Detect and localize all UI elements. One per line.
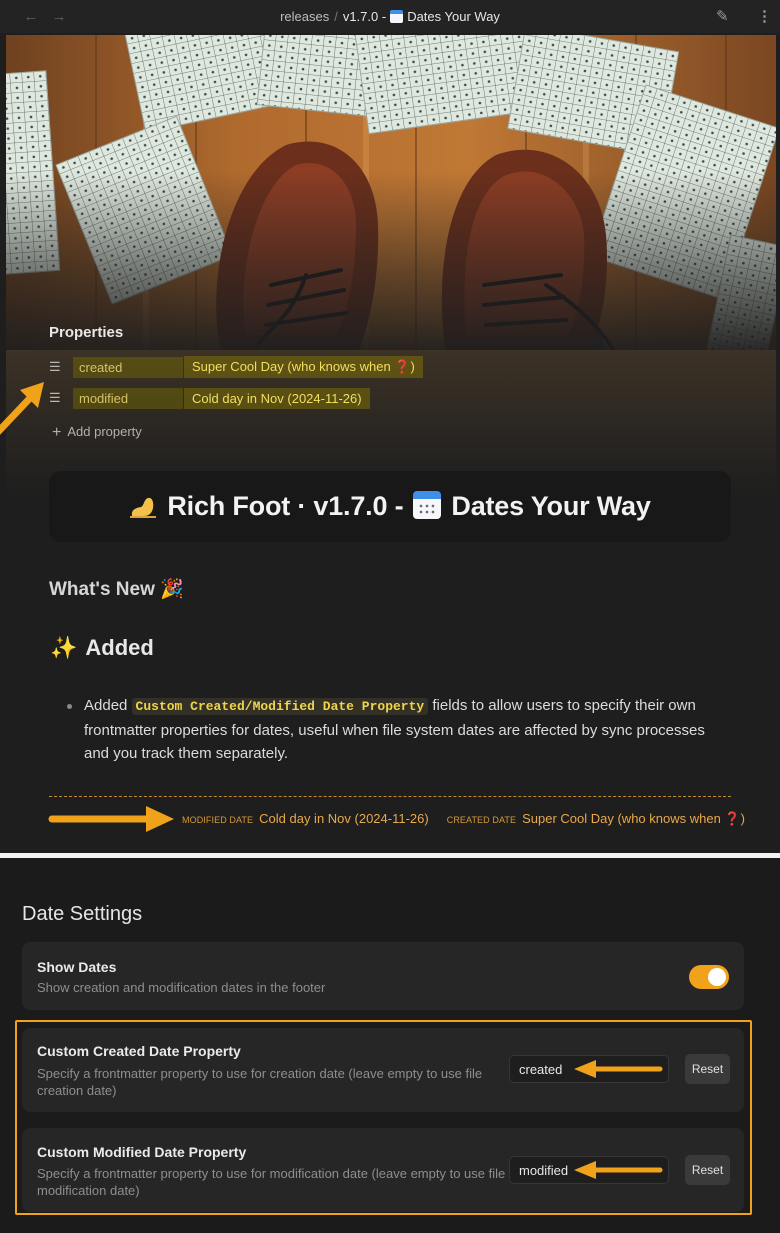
bullet-prefix: Added bbox=[84, 697, 128, 714]
modified-date-value: Cold day in Nov (2024-11-26) bbox=[259, 811, 429, 826]
note-title-part2: Dates Your Way bbox=[451, 491, 651, 521]
property-row-modified[interactable]: ☰ modified Cold day in Nov (2024-11-26) bbox=[49, 385, 370, 411]
setting-name: Show Dates bbox=[37, 959, 117, 975]
modified-date-label: MODIFIED DATE bbox=[182, 815, 254, 825]
breadcrumb-parent[interactable]: releases bbox=[280, 9, 329, 24]
property-row-created[interactable]: ☰ created Super Cool Day (who knows when… bbox=[49, 354, 423, 380]
title-bar: ← → releases / v1.7.0 - Dates Your Way ✎ ⋮ bbox=[0, 0, 780, 33]
added-heading: ✨ Added bbox=[50, 635, 154, 661]
foot-icon bbox=[130, 497, 157, 518]
add-property-label: Add property bbox=[67, 424, 142, 439]
setting-show-dates: Show Dates Show creation and modificatio… bbox=[22, 942, 744, 1010]
note-title: Rich Foot · v1.7.0 - Dates Your Way bbox=[129, 491, 651, 522]
setting-description: Show creation and modification dates in … bbox=[37, 980, 326, 995]
inline-code: Custom Created/Modified Date Property bbox=[131, 698, 429, 715]
property-value[interactable]: Cold day in Nov (2024-11-26) bbox=[184, 387, 370, 409]
property-key[interactable]: created bbox=[73, 356, 183, 378]
created-date-label: CREATED DATE bbox=[446, 815, 517, 825]
pencil-icon[interactable]: ✎ bbox=[716, 7, 729, 25]
note-window: ← → releases / v1.7.0 - Dates Your Way ✎ ⋮ bbox=[0, 0, 780, 858]
breadcrumb-version: v1.7.0 - bbox=[342, 9, 387, 24]
annotation-arrow-icon bbox=[574, 1060, 663, 1078]
calendar-icon bbox=[390, 10, 404, 23]
footer-divider bbox=[49, 796, 731, 797]
properties-heading: Properties bbox=[49, 324, 124, 341]
annotation-arrow-icon bbox=[0, 382, 44, 435]
property-value[interactable]: Super Cool Day (who knows when ❓) bbox=[184, 356, 423, 378]
text-lines-icon: ☰ bbox=[49, 359, 61, 374]
note-title-card: Rich Foot · v1.7.0 - Dates Your Way bbox=[49, 471, 731, 542]
add-property-button[interactable]: + Add property bbox=[52, 424, 142, 442]
settings-heading: Date Settings bbox=[22, 903, 143, 925]
breadcrumb-title: Dates Your Way bbox=[407, 9, 500, 24]
banner-image bbox=[6, 35, 776, 351]
annotation-arrow-icon bbox=[48, 806, 174, 832]
show-dates-toggle[interactable] bbox=[689, 965, 729, 989]
bullet-item: Added Custom Created/Modified Date Prope… bbox=[84, 694, 734, 766]
created-date-value: Super Cool Day (who knows when ❓) bbox=[522, 811, 745, 826]
plus-icon: + bbox=[52, 424, 62, 441]
breadcrumb-separator: / bbox=[334, 9, 338, 24]
added-heading-text: Added bbox=[85, 635, 154, 660]
bullet-dot bbox=[67, 704, 72, 709]
note-title-part1: Rich Foot · v1.7.0 - bbox=[167, 491, 404, 521]
breadcrumb: releases / v1.7.0 - Dates Your Way bbox=[0, 9, 780, 24]
property-key[interactable]: modified bbox=[73, 387, 183, 409]
whats-new-heading: What's New 🎉 bbox=[49, 579, 184, 600]
calendar-icon bbox=[413, 491, 442, 519]
sparkles-icon: ✨ bbox=[50, 635, 78, 660]
more-vertical-icon[interactable]: ⋮ bbox=[757, 7, 772, 25]
annotation-highlight-box bbox=[15, 1020, 752, 1215]
footer-dates: MODIFIED DATE Cold day in Nov (2024-11-26… bbox=[182, 810, 745, 828]
annotation-arrow-icon bbox=[574, 1161, 663, 1179]
date-settings-panel: Date Settings Show Dates Show creation a… bbox=[0, 865, 780, 1233]
